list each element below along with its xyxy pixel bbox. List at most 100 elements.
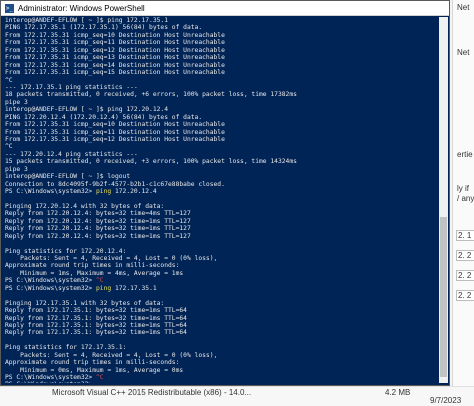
powershell-window[interactable]: >_ Administrator: Windows PowerShell int…	[0, 0, 450, 386]
program-size: 4.2 MB	[385, 388, 411, 397]
console-text: ^C	[96, 277, 104, 285]
console-text: From 172.17.35.31 icmp_seq=12 Destinatio…	[5, 46, 225, 54]
console-line: Reply from 172.17.35.1: bytes=32 time=1m…	[5, 329, 437, 336]
console-text: PS C:\Windows\system32>	[5, 381, 92, 383]
console-text: Packets: Sent = 4, Received = 4, Lost = …	[5, 255, 218, 262]
console-text: interop@ANDEF-EFLOW [ ~ ]$ logout	[5, 173, 131, 181]
console-text: pipe 3	[5, 165, 28, 173]
console-scrollbar[interactable]	[439, 17, 448, 383]
console-line: From 172.17.35.31 icmp_seq=14 Destinatio…	[5, 62, 437, 69]
console-line: 18 packets transmitted, 0 received, +6 e…	[5, 91, 437, 98]
console-text: From 172.17.35.31 icmp_seq=10 Destinatio…	[5, 121, 225, 129]
console-line: From 172.17.35.31 icmp_seq=15 Destinatio…	[5, 69, 437, 76]
program-name: Microsoft Visual C++ 2015 Redistributabl…	[52, 388, 252, 397]
console-line: Packets: Sent = 4, Received = 4, Lost = …	[5, 352, 437, 359]
right-fragment: / any	[457, 194, 474, 203]
console-text: PS C:\Windows\system32>	[5, 188, 96, 196]
console-text: ping	[96, 284, 112, 292]
console-line: Connection to 8dc4095f-9b2f-4577-b2b1-c1…	[5, 181, 437, 188]
console-text: Reply from 172.20.12.4: bytes=32 time=4m…	[5, 210, 191, 218]
console-line: From 172.17.35.31 icmp_seq=10 Destinatio…	[5, 121, 437, 128]
right-fragment: Net	[457, 48, 470, 57]
console-line: PING 172.20.12.4 (172.20.12.4) 56(84) by…	[5, 114, 437, 121]
console-output[interactable]: interop@ANDEF-EFLOW [ ~ ]$ ping 172.17.3…	[5, 17, 437, 383]
console-text: --- 172.20.12.4 ping statistics ---	[5, 150, 138, 158]
console-text: Reply from 172.17.35.1: bytes=32 time=1m…	[5, 307, 187, 315]
console-line: From 172.17.35.31 icmp_seq=10 Destinatio…	[5, 32, 437, 39]
right-field[interactable]: 2. 2	[456, 270, 474, 281]
background-panel-right: Net Net ertie ly if / any 2. 1 2. 2 2. 2…	[452, 0, 474, 405]
console-text: From 172.17.35.31 icmp_seq=15 Destinatio…	[5, 69, 225, 77]
background-program-row[interactable]: Microsoft Visual C++ 2015 Redistributabl…	[0, 386, 474, 406]
console-line: Reply from 172.17.35.1: bytes=32 time=1m…	[5, 315, 437, 322]
console-line: ^C	[5, 77, 437, 84]
console-line: From 172.17.35.31 icmp_seq=12 Destinatio…	[5, 136, 437, 143]
program-date: 9/7/2023	[430, 396, 462, 405]
console-text: Reply from 172.20.12.4: bytes=32 time=1m…	[5, 225, 191, 233]
console-line: Pinging 172.20.12.4 with 32 bytes of dat…	[5, 203, 437, 210]
console-line: From 172.17.35.31 icmp_seq=12 Destinatio…	[5, 47, 437, 54]
console-line: PS C:\Windows\system32> ping 172.17.35.1	[5, 285, 437, 292]
console-text: interop@ANDEF-EFLOW [ ~ ]$ ping 172.17.3…	[5, 17, 169, 24]
console-text: 18 packets transmitted, 0 received, +6 e…	[5, 91, 297, 99]
window-title: Administrator: Windows PowerShell	[18, 3, 145, 13]
console-text: From 172.17.35.31 icmp_seq=11 Destinatio…	[5, 39, 225, 47]
console-text: Reply from 172.17.35.1: bytes=32 time=1m…	[5, 321, 187, 329]
console-line: PS C:\Windows\system32> ^C	[5, 277, 437, 284]
scrollbar-thumb[interactable]	[440, 217, 447, 377]
console-text: 172.17.35.1	[111, 284, 157, 292]
right-field[interactable]: 2. 2	[456, 290, 474, 301]
right-fragment: Net	[457, 3, 470, 12]
window-titlebar[interactable]: >_ Administrator: Windows PowerShell	[1, 1, 449, 16]
console-text: ^C	[5, 76, 13, 84]
console-line: Reply from 172.17.35.1: bytes=32 time=1m…	[5, 322, 437, 329]
console-text: Ping statistics for 172.20.12.4:	[5, 247, 127, 255]
console-line: Minimum = 1ms, Maximum = 4ms, Average = …	[5, 270, 437, 277]
console-text: ^C	[5, 143, 13, 151]
console-text: PS C:\Windows\system32>	[5, 374, 96, 381]
console-text: PING 172.20.12.4 (172.20.12.4) 56(84) by…	[5, 113, 203, 121]
right-field[interactable]: 2. 1	[456, 230, 474, 241]
console-text: Minimum = 0ms, Maximum = 1ms, Average = …	[5, 366, 184, 374]
console-line: Approximate round trip times in milli-se…	[5, 359, 437, 366]
console-text: interop@ANDEF-EFLOW [ ~ ]$ ping 172.20.1…	[5, 106, 169, 114]
console-text: --- 172.17.35.1 ping statistics ---	[5, 83, 138, 91]
console-line: PING 172.17.35.1 (172.17.35.1) 56(84) by…	[5, 24, 437, 31]
console-text: From 172.17.35.31 icmp_seq=13 Destinatio…	[5, 54, 225, 62]
console-text: PING 172.17.35.1 (172.17.35.1) 56(84) by…	[5, 24, 203, 32]
console-line: Minimum = 0ms, Maximum = 1ms, Average = …	[5, 367, 437, 374]
console-text: Reply from 172.20.12.4: bytes=32 time=1m…	[5, 232, 191, 240]
console-line: 15 packets transmitted, 0 received, +3 e…	[5, 158, 437, 165]
console-text: ^C	[96, 374, 104, 381]
console-line: Reply from 172.17.35.1: bytes=32 time=1m…	[5, 307, 437, 314]
console-text: Minimum = 1ms, Maximum = 4ms, Average = …	[5, 269, 184, 277]
console-line: Reply from 172.20.12.4: bytes=32 time=4m…	[5, 210, 437, 217]
console-line: Pinging 172.17.35.1 with 32 bytes of dat…	[5, 300, 437, 307]
console-text: 15 packets transmitted, 0 received, +3 e…	[5, 158, 297, 166]
console-line: --- 172.17.35.1 ping statistics ---	[5, 84, 437, 91]
console-text: From 172.17.35.31 icmp_seq=10 Destinatio…	[5, 31, 225, 39]
right-fragment: ly if	[457, 184, 469, 193]
console-line: Packets: Sent = 4, Received = 4, Lost = …	[5, 255, 437, 262]
console-text: PS C:\Windows\system32>	[5, 284, 96, 292]
console-text: Ping statistics for 172.17.35.1:	[5, 344, 127, 352]
console-line: Ping statistics for 172.20.12.4:	[5, 248, 437, 255]
console-line: PS C:\Windows\system32> ping 172.20.12.4	[5, 188, 437, 195]
console-text: Reply from 172.17.35.1: bytes=32 time=1m…	[5, 329, 187, 337]
console-line: Approximate round trip times in milli-se…	[5, 262, 437, 269]
powershell-icon: >_	[5, 3, 14, 13]
console-line: ^C	[5, 143, 437, 150]
right-field[interactable]: 2. 2	[456, 250, 474, 261]
console-line: interop@ANDEF-EFLOW [ ~ ]$ logout	[5, 173, 437, 180]
console-line: From 172.17.35.31 icmp_seq=13 Destinatio…	[5, 54, 437, 61]
console-line: Ping statistics for 172.17.35.1:	[5, 344, 437, 351]
console-text: From 172.17.35.31 icmp_seq=11 Destinatio…	[5, 128, 225, 136]
console-text: Reply from 172.20.12.4: bytes=32 time=1m…	[5, 217, 191, 225]
console-line: Reply from 172.20.12.4: bytes=32 time=1m…	[5, 218, 437, 225]
console-text: ping	[96, 188, 112, 196]
console-line: PS C:\Windows\system32>	[5, 381, 437, 383]
